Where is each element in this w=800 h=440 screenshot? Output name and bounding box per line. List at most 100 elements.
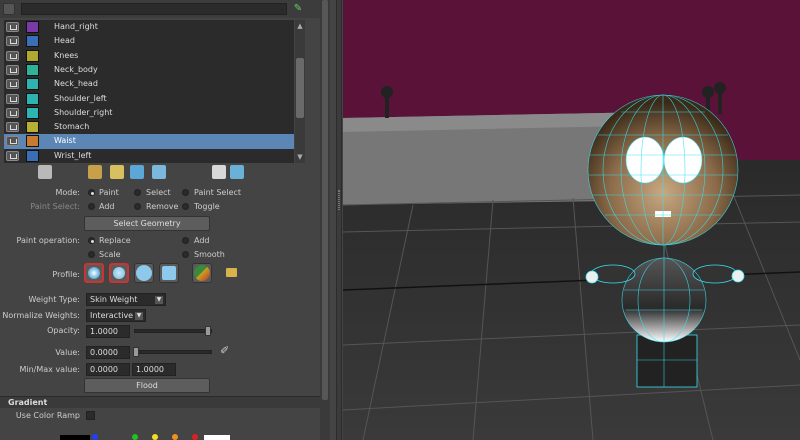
gradient-section-header[interactable]: Gradient xyxy=(0,396,320,408)
folder-icon[interactable] xyxy=(226,268,237,277)
color-ramp-markers[interactable] xyxy=(60,432,240,440)
paint-select-add-radio[interactable] xyxy=(88,203,95,210)
mode-select-radio[interactable] xyxy=(134,189,141,196)
copy-weights-icon[interactable] xyxy=(38,165,52,179)
influence-color-swatch[interactable] xyxy=(26,135,39,148)
ramp-marker-orange[interactable] xyxy=(172,434,178,440)
influence-row-waist[interactable]: Waist xyxy=(4,134,294,149)
viewport-3d[interactable] xyxy=(343,0,800,440)
influence-row-shoulder-right[interactable]: Shoulder_right xyxy=(4,106,294,120)
paste-weights-icon[interactable] xyxy=(88,165,102,179)
select-geometry-button[interactable]: Select Geometry xyxy=(84,216,210,231)
move-weights-icon[interactable] xyxy=(130,165,144,179)
ramp-marker-blue[interactable] xyxy=(92,434,98,440)
weight-type-dropdown[interactable]: Skin Weight ▼ xyxy=(86,293,166,306)
profile-solid-button[interactable] xyxy=(134,263,154,283)
influence-name: Knees xyxy=(54,50,79,60)
pane-splitter[interactable] xyxy=(336,0,342,440)
influence-color-swatch[interactable] xyxy=(26,21,39,33)
value-slider-handle[interactable] xyxy=(133,347,139,357)
lock-icon[interactable] xyxy=(6,79,19,90)
ramp-marker-red[interactable] xyxy=(192,434,198,440)
op-smooth-radio[interactable] xyxy=(182,251,189,258)
paint-select-toggle-radio[interactable] xyxy=(182,203,189,210)
lock-icon[interactable] xyxy=(6,22,19,32)
paint-select-remove-radio[interactable] xyxy=(134,203,141,210)
lock-icon[interactable] xyxy=(6,50,19,61)
profile-gaussian-button[interactable] xyxy=(84,263,104,283)
max-value-field[interactable]: 1.0000 xyxy=(132,363,176,376)
lock-icon[interactable] xyxy=(6,36,19,47)
influence-filter-input[interactable] xyxy=(21,3,287,15)
opacity-slider-track[interactable] xyxy=(134,329,212,333)
tree-view-icon[interactable] xyxy=(230,165,244,179)
influence-row-head[interactable]: Head xyxy=(4,34,294,48)
op-scale-radio[interactable] xyxy=(88,251,95,258)
op-replace-radio[interactable] xyxy=(88,237,95,244)
mode-paint-radio[interactable] xyxy=(88,189,95,196)
min-max-label: Min/Max value: xyxy=(19,365,80,374)
filter-options-icon[interactable] xyxy=(3,3,15,15)
custom-brush-icon xyxy=(194,265,210,281)
op-add-radio[interactable] xyxy=(182,237,189,244)
lock-icon[interactable] xyxy=(6,64,19,75)
influence-name: Wrist_left xyxy=(54,150,92,160)
paint-select-remove-label: Remove xyxy=(146,202,179,211)
profile-soft-button[interactable] xyxy=(109,263,129,283)
paint-select-toggle-label: Toggle xyxy=(194,202,220,211)
flood-button[interactable]: Flood xyxy=(84,378,210,393)
square-brush-icon xyxy=(162,266,176,280)
influence-color-swatch[interactable] xyxy=(26,106,39,119)
influence-row-stomach[interactable]: Stomach xyxy=(4,120,294,134)
lock-icon[interactable] xyxy=(6,150,19,161)
lock-icon[interactable] xyxy=(6,93,19,104)
mode-paint-select-radio[interactable] xyxy=(182,189,189,196)
panel-scroll-thumb[interactable] xyxy=(322,0,328,400)
opacity-field[interactable]: 1.0000 xyxy=(86,325,130,338)
mode-select-label: Select xyxy=(146,188,171,197)
influence-row-shoulder-left[interactable]: Shoulder_left xyxy=(4,92,294,106)
influence-name: Stomach xyxy=(54,122,90,132)
influence-color-swatch[interactable] xyxy=(26,92,39,105)
ramp-marker-green[interactable] xyxy=(132,434,138,440)
influence-row-neck-head[interactable]: Neck_head xyxy=(4,77,294,91)
profile-custom-button[interactable] xyxy=(192,263,212,283)
sort-list-icon[interactable] xyxy=(212,165,226,179)
influence-color-swatch[interactable] xyxy=(26,121,39,134)
opacity-slider-handle[interactable] xyxy=(205,326,211,336)
ramp-marker-yellow[interactable] xyxy=(152,434,158,440)
influence-list[interactable]: Hand_right Head Knees Neck_body Neck_head Sho… xyxy=(4,20,294,163)
min-value-field[interactable]: 0.0000 xyxy=(86,363,130,376)
value-slider-track[interactable] xyxy=(134,350,212,354)
influence-row-wrist-left[interactable]: Wrist_left xyxy=(4,149,294,163)
influence-list-scroll-thumb[interactable] xyxy=(296,58,304,118)
influence-row-neck-body[interactable]: Neck_body xyxy=(4,63,294,77)
use-color-ramp-checkbox[interactable] xyxy=(86,411,95,420)
lock-icon[interactable] xyxy=(6,107,19,118)
op-replace-label: Replace xyxy=(99,236,131,245)
influence-color-swatch[interactable] xyxy=(26,35,39,48)
influence-row-hand-right[interactable]: Hand_right xyxy=(4,20,294,34)
profile-square-button[interactable] xyxy=(159,263,179,283)
pin-icon[interactable]: ✎ xyxy=(291,2,305,16)
lock-icon[interactable] xyxy=(6,136,19,147)
influence-list-scrollbar[interactable]: ▲ ▼ xyxy=(295,20,305,163)
scroll-down-arrow-icon[interactable]: ▼ xyxy=(296,153,304,161)
soft-brush-icon xyxy=(113,267,125,279)
lock-icon[interactable] xyxy=(6,122,19,133)
influence-color-swatch[interactable] xyxy=(26,49,39,62)
normalize-weights-dropdown[interactable]: Interactive ▼ xyxy=(86,309,146,322)
influence-row-knees[interactable]: Knees xyxy=(4,49,294,63)
panel-scrollbar[interactable] xyxy=(320,0,330,440)
weight-hammer-icon[interactable] xyxy=(110,165,124,179)
ramp-white-band xyxy=(204,435,230,440)
influence-color-swatch[interactable] xyxy=(26,78,39,91)
value-label: Value: xyxy=(55,348,80,357)
show-influences-icon[interactable] xyxy=(152,165,166,179)
influence-color-swatch[interactable] xyxy=(26,63,39,76)
eyedropper-icon[interactable]: ✐ xyxy=(220,344,234,358)
value-field[interactable]: 0.0000 xyxy=(86,346,130,359)
mode-paint-select-label: Paint Select xyxy=(194,188,242,197)
scroll-up-arrow-icon[interactable]: ▲ xyxy=(296,22,304,30)
influence-color-swatch[interactable] xyxy=(26,149,39,162)
